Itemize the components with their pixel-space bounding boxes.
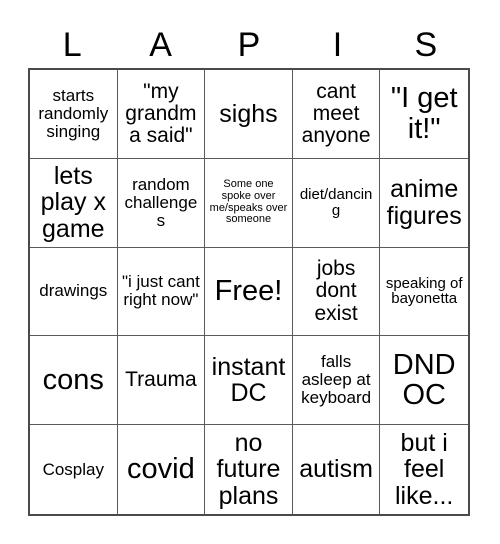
bingo-cell-label: drawings bbox=[39, 281, 108, 301]
bingo-cell[interactable]: speaking of bayonetta bbox=[380, 247, 468, 337]
bingo-cell[interactable]: cant meet anyone bbox=[292, 70, 381, 159]
bingo-cell[interactable]: sighs bbox=[205, 70, 293, 159]
bingo-cell[interactable]: instant DC bbox=[205, 336, 293, 426]
bingo-cell-label: cons bbox=[42, 363, 104, 396]
bingo-cell[interactable]: "I get it!" bbox=[380, 70, 468, 159]
bingo-grid: starts randomly singing "my grandma said… bbox=[28, 68, 470, 516]
bingo-cell[interactable]: "i just cant right now" bbox=[117, 247, 206, 337]
bingo-cell[interactable]: Cosplay bbox=[30, 425, 118, 514]
bingo-cell-label: Free! bbox=[214, 275, 283, 308]
bingo-cell[interactable]: drawings bbox=[30, 247, 118, 337]
bingo-cell-label: sighs bbox=[219, 99, 278, 128]
header-letter-2: P bbox=[237, 26, 261, 64]
bingo-cell-label: falls asleep at keyboard bbox=[301, 352, 372, 408]
bingo-cell[interactable]: DND OC bbox=[380, 336, 468, 426]
bingo-cell[interactable]: "my grandma said" bbox=[117, 70, 206, 159]
bingo-cell[interactable]: anime figures bbox=[380, 158, 468, 248]
bingo-cell-label: DND OC bbox=[392, 348, 456, 412]
header-letter-0: L bbox=[62, 26, 82, 64]
bingo-cell-free[interactable]: Free! bbox=[205, 247, 293, 337]
bingo-cell-label: instant DC bbox=[211, 352, 286, 408]
bingo-cell-label: autism bbox=[299, 455, 373, 484]
header-letter-4: S bbox=[414, 26, 438, 64]
bingo-cell-label: speaking of bayonetta bbox=[385, 274, 463, 308]
bingo-cell-label: "i just cant right now" bbox=[121, 272, 200, 310]
bingo-cell-label: jobs dont exist bbox=[314, 257, 358, 325]
bingo-cell-label: "my grandma said" bbox=[125, 79, 197, 148]
bingo-cell-label: no future plans bbox=[216, 428, 281, 510]
bingo-cell-label: lets play x game bbox=[40, 161, 106, 243]
bingo-cell-label: Trauma bbox=[125, 368, 197, 392]
bingo-card: L A P I S starts randomly singing "my gr… bbox=[0, 0, 500, 544]
header-letter-1: A bbox=[149, 26, 172, 64]
bingo-cell[interactable]: autism bbox=[292, 425, 381, 514]
bingo-cell[interactable]: starts randomly singing bbox=[30, 70, 118, 159]
bingo-cell-label: diet/dancing bbox=[299, 185, 373, 219]
bingo-cell[interactable]: cons bbox=[30, 336, 118, 426]
bingo-cell-label: "I get it!" bbox=[390, 82, 458, 145]
bingo-cell[interactable]: random challenges bbox=[117, 158, 206, 248]
bingo-cell-label: covid bbox=[127, 453, 195, 486]
header-letter-3: I bbox=[332, 26, 343, 64]
bingo-header: L A P I S bbox=[28, 22, 470, 68]
bingo-cell[interactable]: falls asleep at keyboard bbox=[292, 336, 381, 426]
bingo-cell[interactable]: but i feel like... bbox=[380, 425, 468, 514]
bingo-cell[interactable]: jobs dont exist bbox=[292, 247, 381, 337]
bingo-cell-label: cant meet anyone bbox=[301, 79, 371, 148]
bingo-cell-label: random challenges bbox=[124, 174, 198, 230]
bingo-cell[interactable]: diet/dancing bbox=[292, 158, 381, 248]
bingo-cell[interactable]: Trauma bbox=[117, 336, 206, 426]
bingo-cell-label: anime figures bbox=[386, 175, 462, 230]
bingo-cell[interactable]: Some one spoke over me/speaks over someo… bbox=[205, 158, 293, 248]
bingo-cell[interactable]: covid bbox=[117, 425, 206, 514]
bingo-cell-label: starts randomly singing bbox=[38, 85, 109, 141]
bingo-cell-label: but i feel like... bbox=[395, 428, 454, 510]
bingo-cell-label: Some one spoke over me/speaks over someo… bbox=[209, 178, 288, 226]
bingo-cell[interactable]: no future plans bbox=[205, 425, 293, 514]
bingo-cell-label: Cosplay bbox=[42, 459, 104, 479]
bingo-cell[interactable]: lets play x game bbox=[30, 158, 118, 248]
